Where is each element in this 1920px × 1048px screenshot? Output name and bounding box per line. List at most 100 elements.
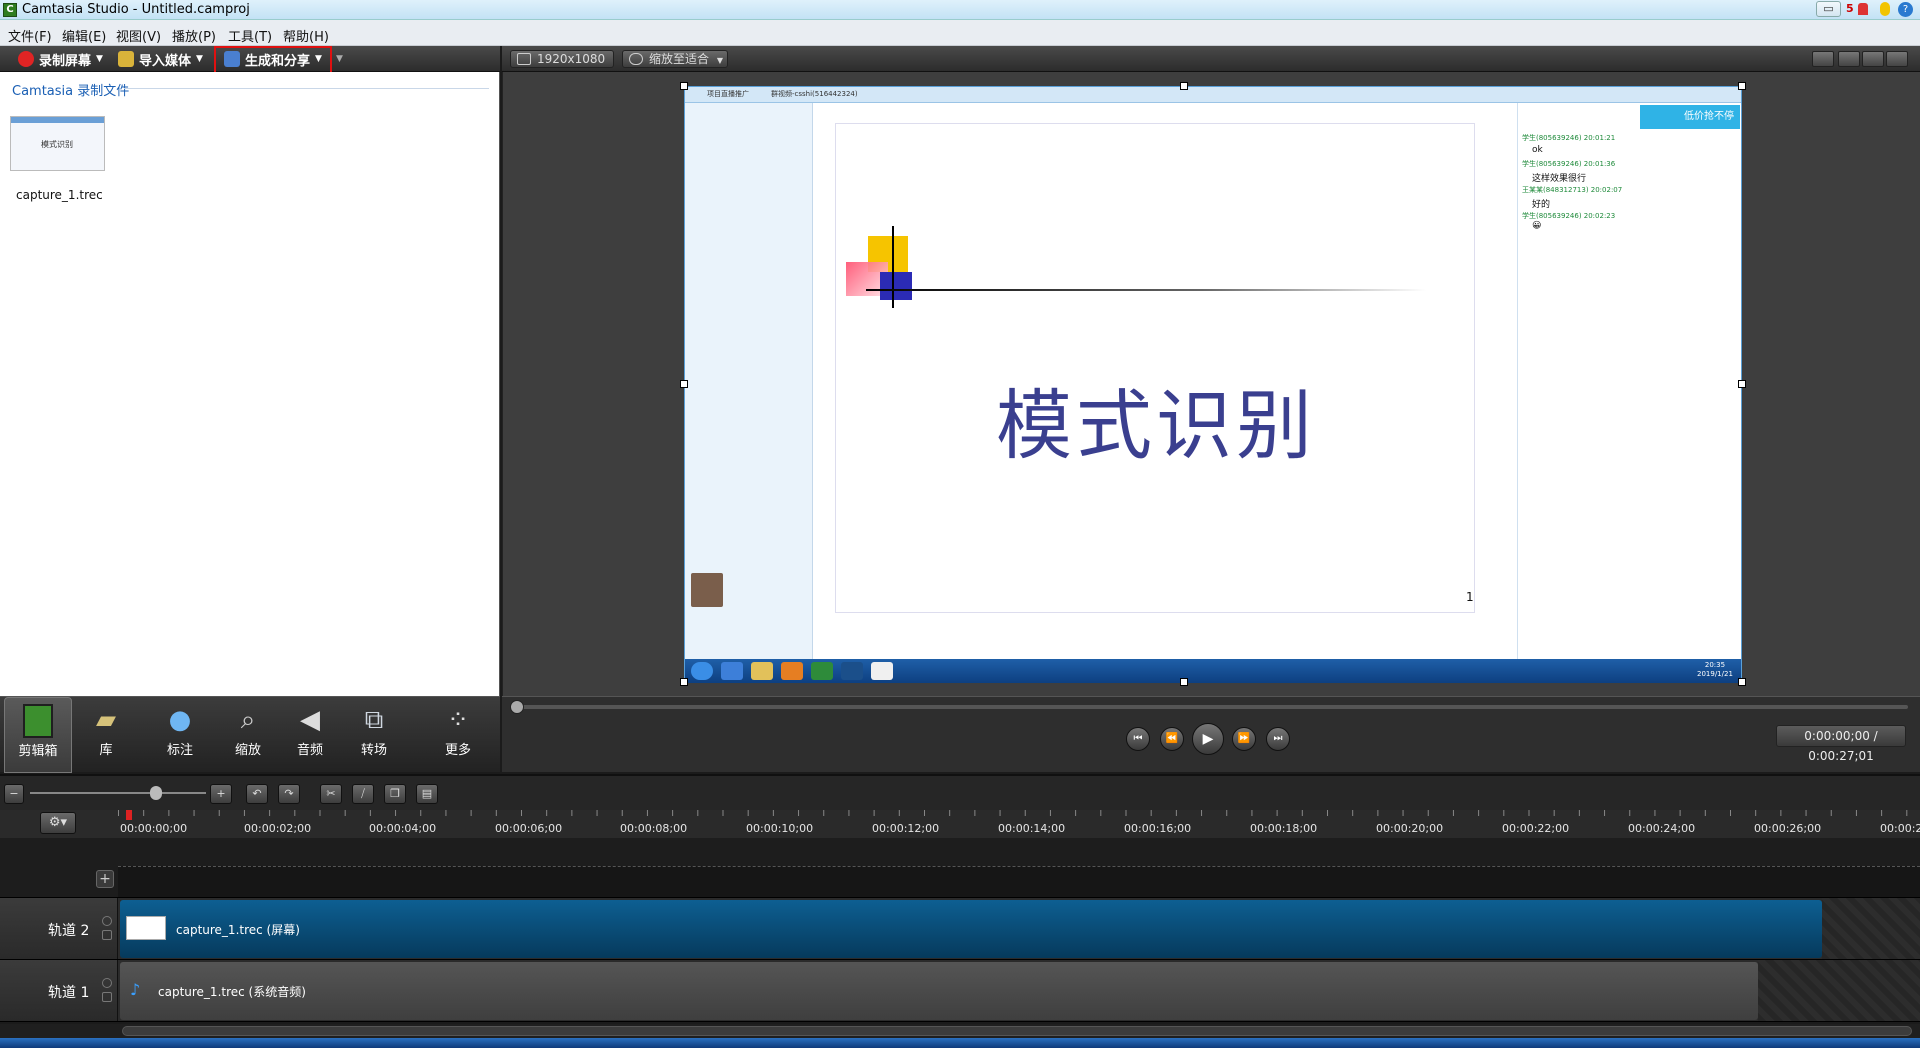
detach-canvas-button[interactable]	[1886, 51, 1908, 67]
chat-message-sender: 学生(805639246) 20:01:21	[1522, 134, 1616, 142]
import-media-label: 导入媒体	[139, 53, 192, 69]
clip-name[interactable]: capture_1.trec	[16, 188, 103, 202]
scrubber-knob[interactable]	[510, 700, 524, 714]
help-icon[interactable]: ?	[1898, 2, 1913, 17]
canvas-dimensions-dropdown[interactable]: 1920x1080	[510, 50, 614, 68]
slide: 模式识别 1	[835, 123, 1475, 613]
grid-view-button[interactable]	[1812, 51, 1834, 67]
record-screen-button[interactable]: 录制屏幕 ▼	[18, 50, 103, 69]
ruler-tick-label: 00:00:12;00	[872, 822, 940, 835]
magnifier-icon: ⌕	[240, 705, 256, 735]
skip-to-end-button[interactable]: ⏭	[1266, 727, 1290, 751]
clip-thumbnail[interactable]: 模式识别	[10, 116, 105, 171]
ie-icon	[721, 662, 743, 680]
resize-handle[interactable]	[1180, 678, 1188, 686]
zoom-slider-knob[interactable]	[150, 786, 162, 800]
rewind-button[interactable]: ⏪	[1160, 727, 1184, 751]
timeline-toolbar: − + ↶ ↷ ✂ ⧸ ❐ ▤	[0, 774, 1920, 810]
tab-more[interactable]: ⁘ 更多	[424, 697, 492, 773]
scrollbar-thumb[interactable]	[122, 1026, 1912, 1036]
pan-hand-button[interactable]	[1838, 51, 1860, 67]
zoom-out-icon[interactable]: −	[4, 784, 24, 804]
ruler-tick-label: 00:00:14;00	[998, 822, 1066, 835]
redo-button[interactable]: ↷	[278, 784, 300, 804]
recorder-icon	[871, 662, 893, 680]
menu-view[interactable]: 视图(V)	[116, 26, 161, 45]
menu-help[interactable]: 帮助(H)	[283, 26, 329, 45]
split-button[interactable]: ⧸	[352, 784, 374, 804]
tab-audio[interactable]: ◀ 音频	[276, 697, 344, 773]
thumb-caption: 模式识别	[41, 140, 73, 149]
add-track-button[interactable]: +	[96, 870, 114, 888]
play-button[interactable]: ▶	[1192, 723, 1224, 755]
playhead[interactable]	[126, 810, 132, 820]
qq-chat-panel: 低价抢不停 学生(805639246) 20:01:21 ok 学生(80563…	[1517, 103, 1741, 683]
camtasia-logo-icon: C	[3, 3, 17, 17]
slide-decor-line	[866, 289, 1426, 291]
skip-to-start-button[interactable]: ⏮	[1126, 727, 1150, 751]
audio-clip[interactable]: ♪ capture_1.trec (系统音频)	[120, 962, 1758, 1020]
tip-bulb-icon[interactable]	[1880, 2, 1890, 16]
alert-icon[interactable]	[1858, 3, 1868, 15]
paste-button[interactable]: ▤	[416, 784, 438, 804]
slide-decor-vline	[892, 226, 894, 308]
chevron-down-icon: ▼	[96, 54, 103, 64]
tab-library[interactable]: ▰ 库	[72, 697, 140, 773]
fast-forward-button[interactable]: ⏩	[1232, 727, 1256, 751]
zoom-to-fit-dropdown[interactable]: 缩放至适合 ▼	[622, 50, 728, 68]
tab-callouts[interactable]: ● 标注	[146, 697, 214, 773]
resize-handle[interactable]	[680, 380, 688, 388]
undo-button[interactable]: ↶	[246, 784, 268, 804]
video-clip[interactable]: capture_1.trec (屏幕)	[120, 900, 1822, 958]
crop-button[interactable]	[1862, 51, 1884, 67]
ruler-tick-label: 00:00:18;00	[1250, 822, 1318, 835]
resize-handle[interactable]	[680, 678, 688, 686]
recorded-clock: 20:35 2019/1/21	[1697, 661, 1733, 679]
playback-scrubber[interactable]	[512, 705, 1908, 709]
resize-handle[interactable]	[1738, 82, 1746, 90]
chat-message-sender: 学生(805639246) 20:02:23	[1522, 212, 1616, 220]
gear-icon[interactable]: ⚙▾	[40, 812, 76, 834]
qq-tab-1[interactable]: 项目直播推广	[707, 89, 749, 99]
qq-tab-2[interactable]: 群视频-csshi(516442324)	[771, 89, 858, 99]
menu-edit[interactable]: 编辑(E)	[62, 26, 106, 45]
menu-file[interactable]: 文件(F)	[8, 26, 52, 45]
resize-handle[interactable]	[1180, 82, 1188, 90]
qq-member-panel	[685, 103, 813, 659]
cut-button[interactable]: ✂	[320, 784, 342, 804]
tab-clip-bin[interactable]: 剪辑箱	[4, 697, 72, 773]
timeline-zoom-slider[interactable]	[30, 792, 206, 794]
zoom-in-icon[interactable]: +	[210, 784, 232, 804]
menu-play[interactable]: 播放(P)	[172, 26, 216, 45]
minimize-button[interactable]: ▭	[1816, 1, 1841, 17]
lock-icon[interactable]	[102, 930, 112, 940]
recorded-clock-date: 2019/1/21	[1697, 670, 1733, 678]
resize-handle[interactable]	[680, 82, 688, 90]
timeline-scrollbar[interactable]	[0, 1024, 1920, 1038]
track-visibility-icon[interactable]	[102, 916, 112, 926]
timecode-display: 0:00:00;00 / 0:00:27;01	[1776, 725, 1906, 763]
toolbar-overflow-button[interactable]: ▼	[336, 50, 343, 68]
track-1-header: 轨道 1	[0, 960, 118, 1021]
notification-count[interactable]: 5	[1846, 2, 1854, 15]
preview-canvas: 项目直播推广 群视频-csshi(516442324) 模式识别 1 低价抢不停…	[502, 72, 1920, 696]
drop-zone[interactable]	[118, 866, 1920, 897]
tab-transitions[interactable]: ⧉ 转场	[340, 697, 408, 773]
recording-frame[interactable]: 项目直播推广 群视频-csshi(516442324) 模式识别 1 低价抢不停…	[684, 86, 1742, 683]
copy-button[interactable]: ❐	[384, 784, 406, 804]
menu-bar: 文件(F) 编辑(E) 视图(V) 播放(P) 工具(T) 帮助(H)	[0, 20, 1920, 46]
track-empty-region	[1758, 960, 1920, 1021]
resize-handle[interactable]	[1738, 380, 1746, 388]
track-visibility-icon[interactable]	[102, 978, 112, 988]
clip-bin-section-title: Camtasia 录制文件	[12, 84, 130, 99]
resize-handle[interactable]	[1738, 678, 1746, 686]
chat-message-text: 这样效果很行	[1532, 174, 1587, 184]
menu-tools[interactable]: 工具(T)	[228, 26, 272, 45]
import-media-button[interactable]: 导入媒体 ▼	[118, 50, 203, 69]
timeline-ruler[interactable]: ⚙▾ 00:00:00;00 00:00:02;00 00:00:04;00 0…	[0, 810, 1920, 838]
track-2-name: 轨道 2	[48, 923, 90, 939]
lock-icon[interactable]	[102, 992, 112, 1002]
folder-icon: ▰	[96, 705, 116, 735]
tab-zoom[interactable]: ⌕ 缩放	[214, 697, 282, 773]
explorer-icon	[751, 662, 773, 680]
